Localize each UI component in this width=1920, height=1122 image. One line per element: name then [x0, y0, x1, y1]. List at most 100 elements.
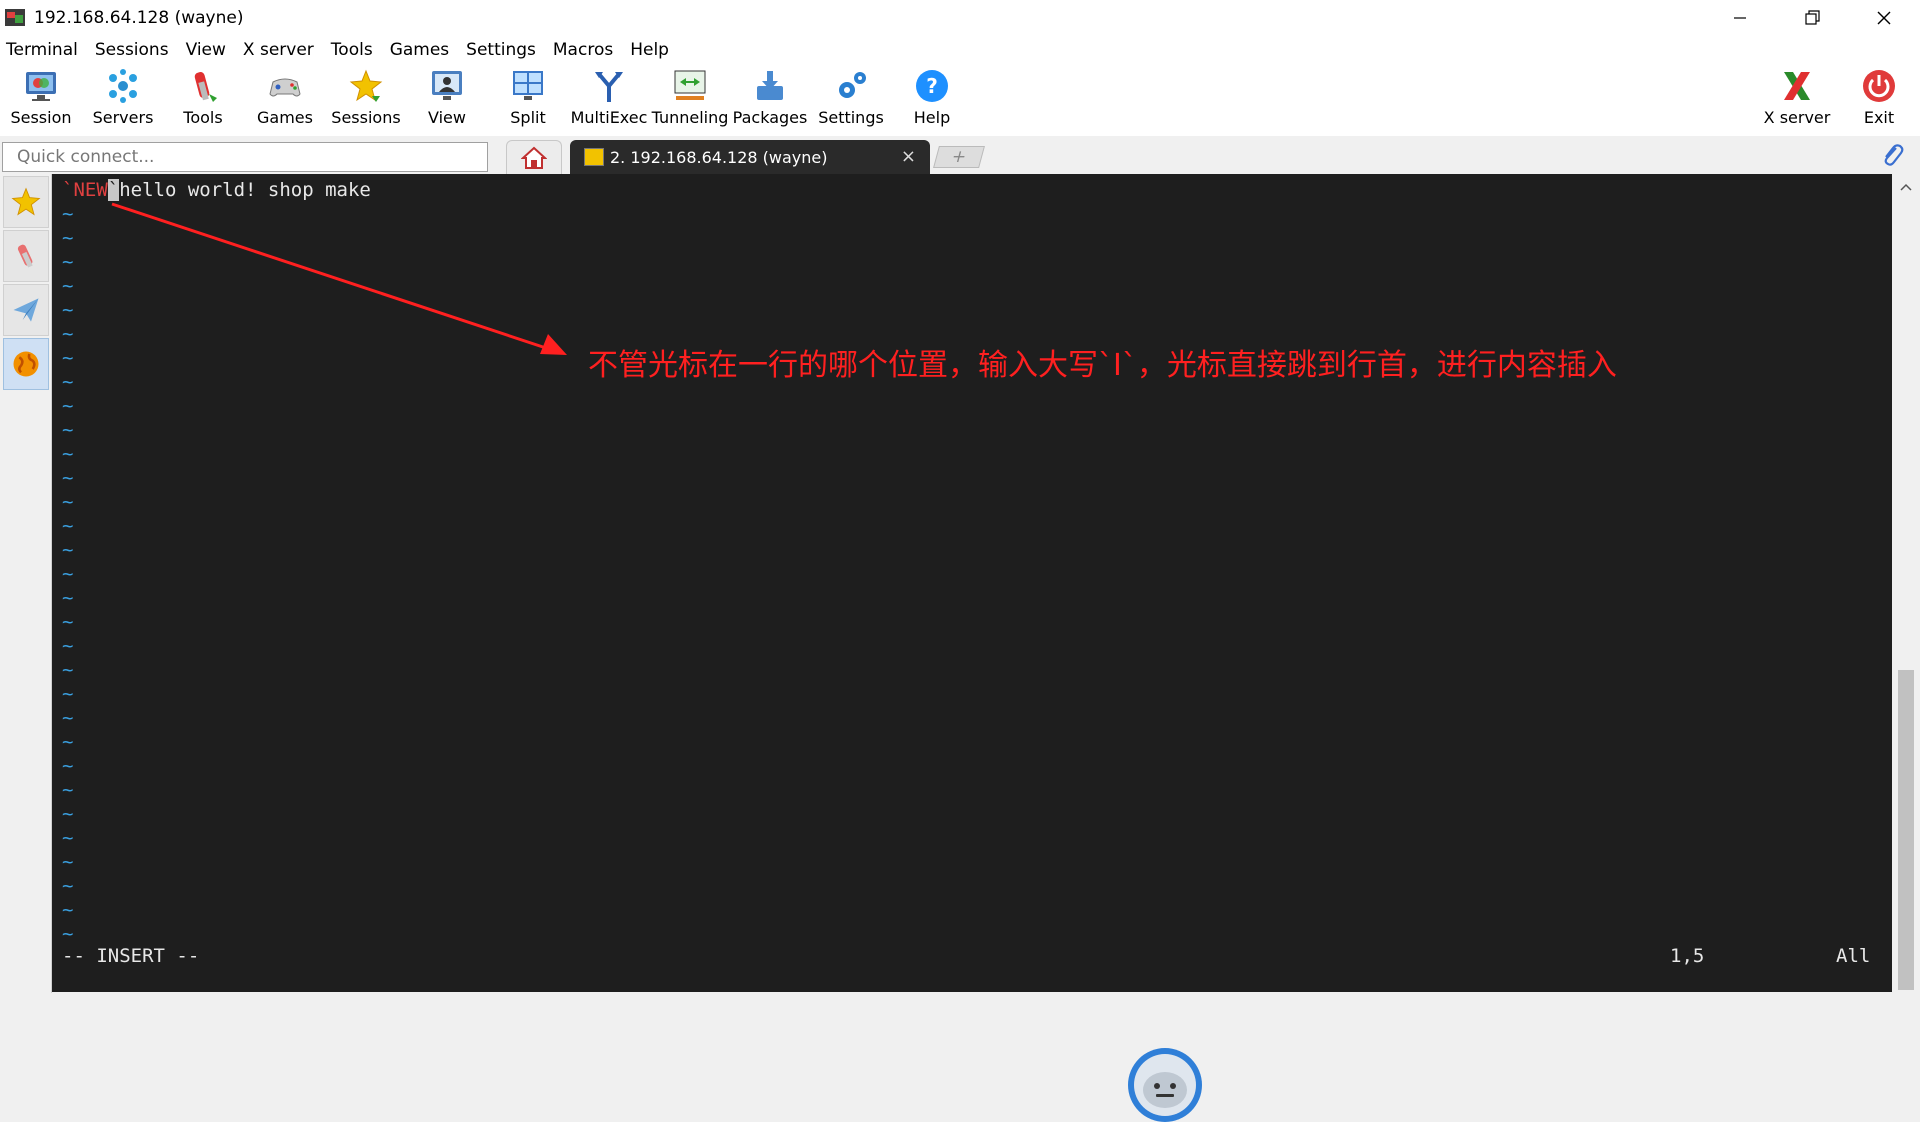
toolbar-label: X server	[1763, 108, 1831, 127]
menu-macros[interactable]: Macros	[546, 36, 623, 64]
assistant-mascot-icon[interactable]	[1128, 1048, 1202, 1122]
tilde-marker: ~	[62, 803, 74, 825]
toolbar-servers-button[interactable]: Servers	[84, 64, 162, 136]
tilde-marker: ~	[62, 395, 74, 417]
restore-button[interactable]	[1776, 0, 1848, 36]
home-icon	[521, 146, 547, 169]
tilde-marker: ~	[62, 443, 74, 465]
home-tab[interactable]	[506, 140, 562, 174]
toolbar-help-button[interactable]: ? Help	[893, 64, 971, 136]
menu-tools[interactable]: Tools	[324, 36, 383, 64]
tab-session-active[interactable]: 2. 192.168.64.128 (wayne) ×	[570, 140, 930, 174]
tab-row: Quick connect... 2. 192.168.64.128 (wayn…	[0, 136, 1920, 174]
vim-mode-indicator: -- INSERT --	[62, 945, 200, 967]
paper-plane-icon	[13, 298, 39, 322]
vertical-scrollbar[interactable]	[1892, 174, 1920, 992]
toolbar-label: Settings	[818, 108, 884, 127]
tilde-marker: ~	[62, 491, 74, 513]
menu-sessions[interactable]: Sessions	[88, 36, 179, 64]
menu-help[interactable]: Help	[623, 36, 679, 64]
close-window-button[interactable]	[1848, 0, 1920, 36]
tilde-marker: ~	[62, 875, 74, 897]
menu-settings[interactable]: Settings	[459, 36, 546, 64]
toolbar-view-button[interactable]: View	[408, 64, 486, 136]
session-icon	[21, 66, 61, 106]
sidebar-sessions-tab[interactable]	[3, 176, 49, 228]
session-tab-icon	[584, 148, 604, 166]
games-icon	[265, 66, 305, 106]
scroll-up-icon[interactable]	[1892, 174, 1920, 200]
toolbar-sessions-button[interactable]: Sessions	[327, 64, 405, 136]
tab-label: 2. 192.168.64.128 (wayne)	[610, 147, 828, 167]
side-panel	[0, 174, 52, 993]
svg-text:?: ?	[926, 74, 938, 98]
tools-icon	[183, 66, 223, 106]
servers-icon	[103, 66, 143, 106]
attachment-icon[interactable]	[1880, 142, 1904, 174]
tilde-marker: ~	[62, 779, 74, 801]
tilde-marker: ~	[62, 563, 74, 585]
new-tab-button[interactable]: +	[933, 146, 985, 168]
globe-icon	[13, 351, 39, 377]
scroll-position: All	[1836, 945, 1871, 967]
toolbar-xserver-button[interactable]: X server	[1758, 64, 1836, 136]
toolbar-multiexec-button[interactable]: MultiExec	[570, 64, 648, 136]
tilde-marker: ~	[62, 923, 74, 945]
scrollbar-thumb[interactable]	[1898, 670, 1914, 990]
tools-icon	[17, 244, 33, 268]
split-icon	[508, 66, 548, 106]
toolbar-label: Session	[10, 108, 72, 127]
tilde-marker: ~	[62, 827, 74, 849]
sessions-star-icon	[346, 66, 386, 106]
sidebar-tools-tab[interactable]	[3, 230, 49, 282]
toolbar-label: Servers	[92, 108, 154, 127]
tilde-marker: ~	[62, 539, 74, 561]
menu-bar: Terminal Sessions View X server Tools Ga…	[0, 36, 1920, 64]
toolbar-games-button[interactable]: Games	[246, 64, 324, 136]
toolbar: Session Servers Tools Games Sessions Vie…	[0, 64, 1920, 136]
toolbar-session-button[interactable]: Session	[2, 64, 80, 136]
toolbar-label: Games	[257, 108, 313, 127]
tilde-marker: ~	[62, 755, 74, 777]
mobaxterm-app-icon	[5, 9, 25, 26]
toolbar-tunneling-button[interactable]: Tunneling	[651, 64, 729, 136]
tilde-marker: ~	[62, 587, 74, 609]
xserver-icon	[1777, 66, 1817, 106]
view-icon	[427, 66, 467, 106]
toolbar-tools-button[interactable]: Tools	[164, 64, 242, 136]
cursor-position: 1,5	[1670, 945, 1705, 967]
plus-icon: +	[949, 147, 969, 167]
sidebar-sftp-tab[interactable]	[3, 284, 49, 336]
tab-close-icon[interactable]: ×	[901, 146, 916, 167]
menu-games[interactable]: Games	[383, 36, 459, 64]
packages-icon	[750, 66, 790, 106]
toolbar-label: Exit	[1863, 108, 1895, 127]
tilde-marker: ~	[62, 659, 74, 681]
annotation-arrow	[111, 202, 567, 355]
restore-icon	[1805, 10, 1820, 25]
menu-x-server[interactable]: X server	[236, 36, 324, 64]
toolbar-settings-button[interactable]: Settings	[812, 64, 890, 136]
tilde-marker: ~	[62, 419, 74, 441]
minimize-icon	[1734, 17, 1746, 19]
tilde-marker: ~	[62, 707, 74, 729]
menu-terminal[interactable]: Terminal	[0, 36, 88, 64]
toolbar-packages-button[interactable]: Packages	[731, 64, 809, 136]
minimize-button[interactable]	[1704, 0, 1776, 36]
tunneling-icon	[670, 66, 710, 106]
toolbar-label: Help	[913, 108, 951, 127]
toolbar-label: Sessions	[331, 108, 401, 127]
multiexec-icon	[589, 66, 629, 106]
tilde-marker: ~	[62, 731, 74, 753]
sidebar-macros-tab[interactable]	[3, 338, 49, 390]
terminal-area[interactable]: `NEW`hello world! shop make ~ ~ ~ ~ ~ ~ ~ ~ ~ ~ ~ ~…	[52, 174, 1892, 1122]
toolbar-exit-button[interactable]: Exit	[1840, 64, 1918, 136]
toolbar-split-button[interactable]: Split	[489, 64, 567, 136]
title-bar: 192.168.64.128 (wayne)	[0, 0, 1920, 36]
quick-connect-input[interactable]: Quick connect...	[2, 142, 488, 172]
tilde-marker: ~	[62, 683, 74, 705]
toolbar-label: Tunneling	[651, 108, 729, 127]
menu-view[interactable]: View	[179, 36, 236, 64]
tilde-marker: ~	[62, 851, 74, 873]
toolbar-label: Split	[510, 108, 546, 127]
